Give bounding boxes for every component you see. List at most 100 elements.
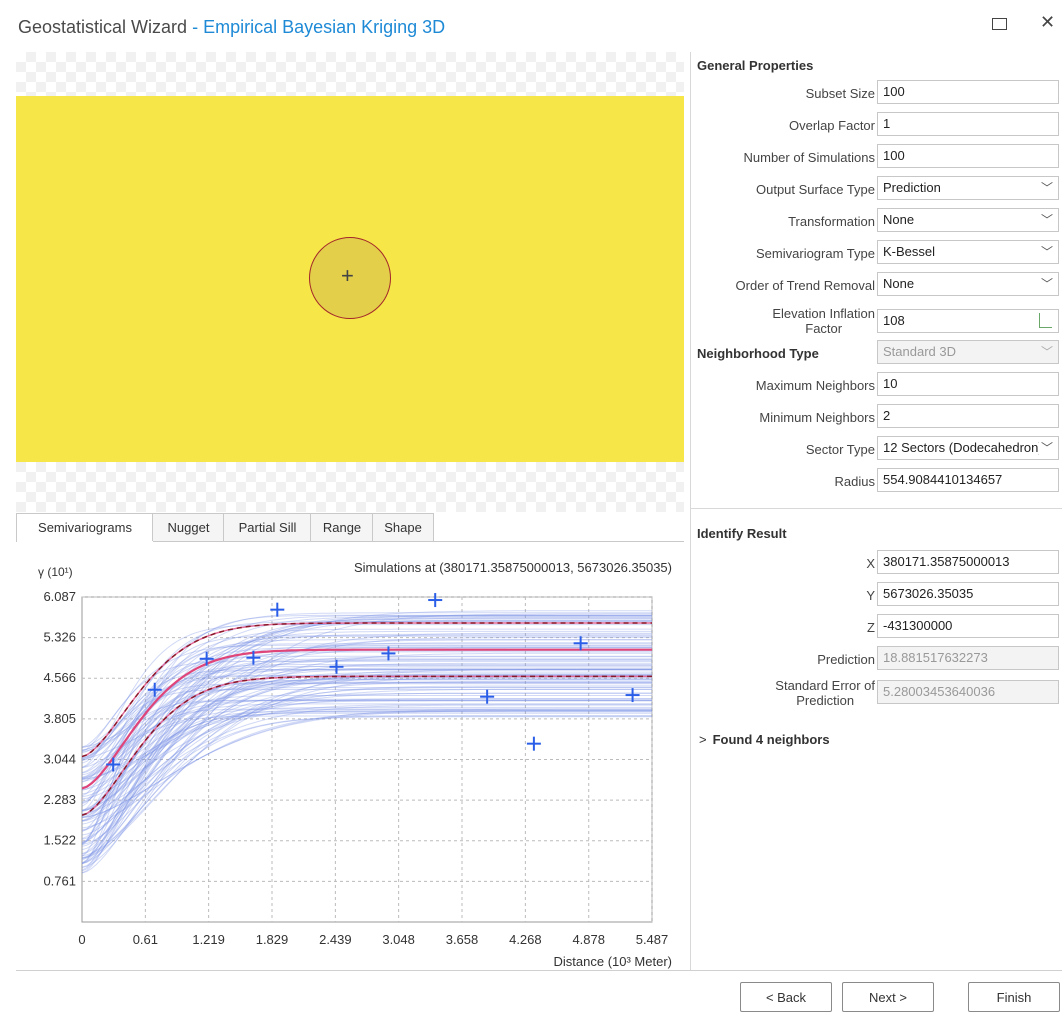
next-button[interactable]: Next > [842, 982, 934, 1012]
tab-nugget[interactable]: Nugget [152, 513, 225, 541]
semivariogram-chart: 0 0.61 1.219 1.829 2.439 3.048 3.658 4.268 4.878… [16, 542, 684, 970]
neighborhood-type-label: Neighborhood Type [697, 346, 819, 361]
chevron-down-icon: ﹀ [1040, 213, 1053, 227]
window-subtitle: Empirical Bayesian Kriging 3D [203, 17, 446, 37]
chevron-down-icon: ﹀ [1040, 181, 1053, 195]
max-neighbors-label: Maximum Neighbors [755, 378, 875, 393]
overlap-factor-label: Overlap Factor [789, 118, 875, 133]
overlap-factor-field[interactable]: 1 [877, 112, 1059, 136]
chart-title: Simulations at (380171.35875000013, 5673… [354, 560, 672, 575]
std-error-label-line2: Prediction [796, 693, 855, 708]
x-label: X [866, 556, 875, 571]
min-neighbors-label: Minimum Neighbors [759, 410, 875, 425]
prediction-field: 18.881517632273 [877, 646, 1059, 670]
finish-button[interactable]: Finish [968, 982, 1060, 1012]
chevron-right-icon: > [699, 732, 707, 747]
x-tick-label: 5.487 [636, 932, 669, 947]
std-error-label-line1: Standard Error of [775, 678, 875, 693]
semivariogram-type-select[interactable]: K-Bessel ﹀ [877, 240, 1059, 264]
elevation-inflation-label-line2: Factor [805, 321, 843, 336]
identify-result-heading: Identify Result [697, 526, 787, 541]
x-tick-label: 0.61 [133, 932, 158, 947]
y-axis-label: γ (10¹) [38, 565, 73, 579]
sector-type-value: 12 Sectors (Dodecahedron) [883, 440, 1043, 455]
z-label: Z [867, 620, 875, 635]
z-field[interactable]: -431300000 [877, 614, 1059, 638]
crosshair-icon: + [341, 263, 354, 288]
footer-divider [16, 970, 1062, 971]
elevation-inflation-label-line1: Elevation Inflation [772, 306, 875, 321]
trend-removal-select[interactable]: None ﹀ [877, 272, 1059, 296]
transformation-label: Transformation [788, 214, 875, 229]
y-tick-label: 5.326 [43, 630, 76, 645]
num-simulations-field[interactable]: 100 [877, 144, 1059, 168]
general-properties-heading: General Properties [697, 58, 814, 73]
min-neighbors-field[interactable]: 2 [877, 404, 1059, 428]
window-title: Geostatistical Wizard - Empirical Bayesi… [18, 17, 445, 38]
chevron-down-icon: ﹀ [1040, 345, 1053, 359]
trend-removal-label: Order of Trend Removal [735, 278, 875, 293]
neighborhood-type-select: Standard 3D ﹀ [877, 340, 1059, 364]
x-tick-label: 4.878 [572, 932, 605, 947]
y-tick-label: 3.805 [43, 711, 76, 726]
map-view[interactable]: + [16, 52, 684, 512]
x-tick-label: 3.658 [446, 932, 479, 947]
semivariogram-svg: 0 0.61 1.219 1.829 2.439 3.048 3.658 4.268 4.878… [38, 560, 672, 969]
y-field[interactable]: 5673026.35035 [877, 582, 1059, 606]
num-simulations-label: Number of Simulations [743, 150, 876, 165]
chevron-down-icon: ﹀ [1038, 437, 1053, 459]
chevron-down-icon: ﹀ [1040, 277, 1053, 291]
tab-range[interactable]: Range [310, 513, 374, 541]
elevation-inflation-value: 108 [883, 313, 905, 328]
sector-type-select[interactable]: 12 Sectors (Dodecahedron) ﹀ [877, 436, 1059, 460]
tab-shape[interactable]: Shape [372, 513, 434, 541]
subset-size-field[interactable]: 100 [877, 80, 1059, 104]
y-tick-label: 2.283 [43, 792, 76, 807]
title-bar: Geostatistical Wizard - Empirical Bayesi… [0, 0, 1062, 48]
prediction-label: Prediction [817, 652, 875, 667]
output-surface-value: Prediction [883, 180, 941, 195]
x-axis-label: Distance (10³ Meter) [554, 954, 672, 969]
transformation-value: None [883, 212, 915, 227]
x-tick-label: 2.439 [319, 932, 352, 947]
semivariogram-type-label: Semivariogram Type [756, 246, 875, 261]
x-tick-label: 0 [78, 932, 85, 947]
subset-size-label: Subset Size [805, 86, 875, 101]
transformation-select[interactable]: None ﹀ [877, 208, 1059, 232]
found-neighbors-label: Found 4 neighbors [712, 732, 830, 747]
found-neighbors-expander[interactable]: > Found 4 neighbors [699, 732, 830, 747]
chart-tabs: Semivariograms Nugget Partial Sill Range… [16, 513, 684, 542]
window-title-main: Geostatistical Wizard [18, 17, 188, 37]
radius-label: Radius [834, 474, 875, 489]
chevron-down-icon: ﹀ [1040, 245, 1053, 259]
semivariogram-type-value: K-Bessel [883, 244, 936, 259]
elevation-inflation-field[interactable]: 108 [877, 309, 1059, 333]
x-tick-label: 3.048 [382, 932, 415, 947]
neighborhood-type-value: Standard 3D [883, 344, 956, 359]
max-neighbors-field[interactable]: 10 [877, 372, 1059, 396]
section-divider [691, 508, 1062, 509]
x-tick-label: 1.829 [256, 932, 289, 947]
std-error-label: Standard Error of Prediction [775, 678, 875, 708]
trend-removal-value: None [883, 276, 915, 291]
radius-field[interactable]: 554.9084410134657 [877, 468, 1059, 492]
tab-partial-sill[interactable]: Partial Sill [223, 513, 312, 541]
window-title-separator: - [187, 17, 204, 37]
y-tick-label: 3.044 [43, 751, 76, 766]
y-tick-label: 6.087 [43, 589, 76, 604]
elevation-inflation-label: Elevation Inflation Factor [772, 306, 875, 336]
maximize-icon[interactable] [992, 18, 1007, 30]
output-surface-label: Output Surface Type [756, 182, 875, 197]
properties-panel: General Properties Subset Size 100 Overl… [690, 52, 1062, 970]
std-error-field: 5.28003453640036 [877, 680, 1059, 704]
y-tick-label: 4.566 [43, 670, 76, 685]
close-icon[interactable]: ✕ [1040, 12, 1055, 33]
preview-panel: + Semivariograms Nugget Partial Sill Ran… [16, 52, 684, 970]
x-field[interactable]: 380171.35875000013 [877, 550, 1059, 574]
tab-semivariograms[interactable]: Semivariograms [16, 513, 154, 542]
back-button[interactable]: < Back [740, 982, 832, 1012]
output-surface-select[interactable]: Prediction ﹀ [877, 176, 1059, 200]
y-tick-label: 1.522 [43, 833, 76, 848]
optimize-icon[interactable] [1039, 313, 1052, 328]
y-label: Y [866, 588, 875, 603]
